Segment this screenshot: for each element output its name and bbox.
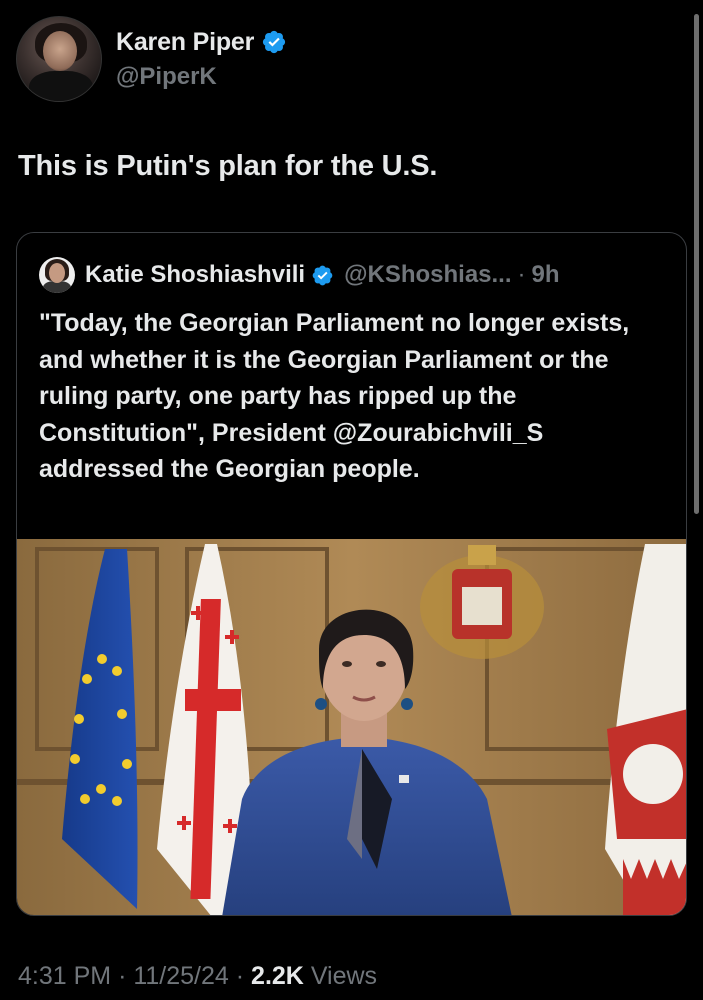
- quoted-tweet-card[interactable]: Katie Shoshiashvili @KShoshias... · 9h "…: [16, 232, 687, 916]
- verified-badge-icon: [263, 30, 286, 54]
- author-avatar[interactable]: [16, 16, 102, 102]
- tweet-metadata: 4:31 PM · 11/25/24 · 2.2K Views: [18, 962, 377, 991]
- author-display-name[interactable]: Karen Piper: [116, 28, 254, 57]
- quoted-tweet-media[interactable]: [17, 539, 686, 915]
- footer-separator: ·: [235, 962, 245, 990]
- quoted-separator: ·: [517, 261, 526, 288]
- tweet-text: This is Putin's plan for the U.S.: [18, 150, 438, 182]
- tweet-date[interactable]: 11/25/24: [133, 962, 228, 990]
- quoted-author-avatar: [39, 257, 75, 293]
- tweet-time[interactable]: 4:31 PM: [18, 962, 111, 990]
- quoted-tweet-text: "Today, the Georgian Parliament no longe…: [39, 309, 630, 483]
- verified-badge-icon: [312, 265, 333, 285]
- tweet-page: Karen Piper @PiperK This is Putin's plan…: [0, 0, 703, 1000]
- quoted-timestamp: 9h: [531, 261, 560, 288]
- footer-separator: ·: [118, 962, 127, 990]
- quoted-author-display-name: Katie Shoshiashvili: [85, 261, 306, 288]
- views-label: Views: [310, 962, 378, 990]
- quoted-tweet-header: Katie Shoshiashvili @KShoshias... · 9h: [39, 257, 560, 293]
- tweet-header: Karen Piper @PiperK: [16, 16, 287, 102]
- scrollbar[interactable]: [694, 14, 699, 514]
- views-count: 2.2K: [251, 962, 304, 990]
- author-names: Karen Piper @PiperK: [116, 28, 287, 91]
- quoted-author-handle: @KShoshias...: [344, 261, 512, 288]
- media-image: [17, 539, 686, 915]
- author-handle[interactable]: @PiperK: [116, 63, 287, 91]
